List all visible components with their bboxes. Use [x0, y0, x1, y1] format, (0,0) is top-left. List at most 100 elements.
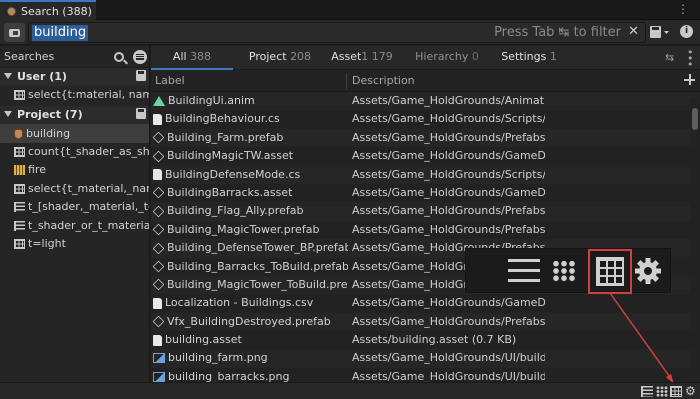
- more-options-icon[interactable]: • • •: [687, 47, 694, 70]
- save-icon: [650, 26, 669, 38]
- grid-view-button-icon[interactable]: [656, 386, 668, 397]
- clear-search-icon[interactable]: ✕: [628, 24, 639, 39]
- table-view-icon[interactable]: [596, 257, 624, 286]
- grid-icon: [14, 183, 25, 194]
- saved-query-label: building: [26, 126, 71, 140]
- table-row[interactable]: BuildingBehaviour.cs Assets/Game_HoldGrou…: [151, 110, 700, 129]
- saved-query-label: select{t:material, name, #m: [28, 88, 149, 102]
- prefab-cube-icon: [153, 131, 165, 144]
- saved-query-label: t_shader_or_t_material_or_: [28, 218, 149, 232]
- prefab-cube-icon: [153, 223, 165, 236]
- table-row[interactable]: Vfx_BuildingDestroyed.prefab Assets/Game_…: [151, 312, 700, 332]
- row-label-text: BuildingBarracks.asset: [167, 185, 293, 199]
- row-label-cell: BuildingMagicTW.asset: [153, 147, 348, 165]
- table-view-button-icon[interactable]: [670, 386, 682, 397]
- row-label-cell: BuildingDefenseMode.cs: [153, 166, 348, 184]
- table-row[interactable]: building_barracks.png Assets/Game_HoldGro…: [151, 367, 700, 382]
- save-search-dropdown[interactable]: [650, 25, 670, 40]
- save-query-icon[interactable]: [136, 108, 146, 120]
- row-description-cell: Assets/Game_HoldGrounds/Prefabs/Vfx/: [352, 314, 545, 328]
- saved-query-item[interactable]: select{t:material, name, #m: [0, 86, 149, 104]
- window-menu-icon[interactable]: ⋮: [677, 2, 690, 16]
- table-row[interactable]: Building_Flag_Ally.prefab Assets/Game_Hol…: [151, 202, 700, 221]
- grid-view-icon[interactable]: [552, 260, 576, 282]
- image-icon: [153, 353, 165, 364]
- info-icon[interactable]: i: [680, 25, 693, 38]
- prefab-cube-icon: [153, 205, 165, 218]
- search-window-tab[interactable]: Search (388): [0, 0, 96, 20]
- document-icon: [153, 297, 162, 309]
- search-input[interactable]: building Press Tab ↹ to filter ✕: [28, 22, 646, 43]
- search-query-text[interactable]: building: [32, 25, 89, 41]
- saved-query-item[interactable]: count{t_shader_as_shader: [0, 143, 149, 161]
- results-scrollbar[interactable]: [690, 98, 700, 382]
- row-label-text: building_barracks.png: [168, 369, 290, 382]
- row-label-text: Building_MagicTower.prefab: [167, 222, 320, 236]
- tab-hierarchy[interactable]: Hierarchy 0: [407, 46, 487, 70]
- row-description-cell: Assets/Game_HoldGrounds/GameData/E: [352, 185, 545, 199]
- scrollbar-thumb[interactable]: [692, 108, 698, 130]
- add-column-icon[interactable]: [684, 74, 695, 85]
- list-view-icon[interactable]: [508, 259, 542, 283]
- view-mode-zoom-callout: [465, 248, 671, 294]
- row-label-text: BuildingMagicTW.asset: [167, 149, 294, 163]
- saved-query-label: fire: [28, 163, 46, 177]
- settings-gear-icon[interactable]: ⚙: [685, 385, 697, 397]
- status-footer: ⚙: [0, 382, 700, 399]
- saved-query-label: count{t_shader_as_shader: [28, 144, 149, 158]
- row-label-text: BuildingUi.anim: [168, 94, 255, 107]
- row-description-cell: Assets/building.asset (0.7 KB): [352, 333, 517, 347]
- saved-query-item[interactable]: fire: [0, 161, 149, 179]
- sync-icon[interactable]: ⇆: [665, 52, 677, 63]
- save-query-icon[interactable]: [136, 70, 146, 81]
- table-row[interactable]: BuildingMagicTW.asset Assets/Game_HoldGro…: [151, 147, 700, 166]
- table-row[interactable]: Localization - Buildings.csv Assets/Game_…: [151, 294, 700, 313]
- table-view-highlight: [588, 249, 632, 294]
- results-panel: All 388 Project 208 Asset1 179 Hierarchy…: [151, 46, 700, 382]
- tab-settings[interactable]: Settings 1: [497, 46, 561, 70]
- group-project[interactable]: Project (7): [0, 106, 149, 125]
- tab-count: 0: [471, 50, 479, 63]
- row-label-cell: Building_Flag_Ally.prefab: [153, 202, 348, 220]
- search-toolbar: building Press Tab ↹ to filter ✕ i: [0, 20, 700, 45]
- grid-icon: [14, 146, 25, 157]
- search-window-tab-title: Search (388): [21, 4, 92, 18]
- column-separator[interactable]: [346, 73, 347, 89]
- row-label-cell: Building_MagicTower_ToBuild.prefab: [153, 276, 348, 294]
- tab-all[interactable]: All 388: [151, 46, 233, 70]
- saved-query-label: select{t_material,_name,_#: [28, 181, 149, 195]
- tab-count: 1: [549, 50, 557, 63]
- window-tab-strip: Search (388) ⋮: [0, 0, 700, 20]
- row-label-text: Building_Barracks_ToBuild.prefab: [167, 259, 348, 273]
- table-row[interactable]: Building_MagicTower.prefab Assets/Game_Ho…: [151, 220, 700, 240]
- table-row[interactable]: BuildingUi.anim Assets/Game_HoldGrounds/A…: [151, 92, 700, 111]
- search-icon[interactable]: [114, 52, 124, 62]
- column-header-description[interactable]: Description: [352, 70, 415, 92]
- saved-query-item-selected[interactable]: building: [0, 124, 149, 143]
- saved-query-item[interactable]: t=light: [0, 235, 149, 253]
- filter-icon[interactable]: [133, 50, 147, 64]
- toggle-sidebar-button[interactable]: [4, 23, 25, 42]
- prefab-cube-icon: [153, 315, 165, 328]
- prefab-cube-icon: [153, 150, 165, 163]
- row-description-cell: Assets/Game_HoldGrounds/Scripts/Builc: [352, 112, 545, 126]
- saved-query-item[interactable]: t_shader_or_t_material_or_: [0, 216, 149, 234]
- group-user[interactable]: User (1): [0, 68, 149, 86]
- saved-query-item[interactable]: select{t_material,_name,_#: [0, 180, 149, 198]
- table-row[interactable]: building_farm.png Assets/Game_HoldGrounds…: [151, 349, 700, 368]
- table-row[interactable]: Building_Farm.prefab Assets/Game_HoldGrou…: [151, 128, 700, 148]
- table-row[interactable]: building.asset Assets/building.asset (0.7…: [151, 331, 700, 350]
- row-label-text: Vfx_BuildingDestroyed.prefab: [167, 314, 331, 328]
- search-hint-text: Press Tab ↹ to filter: [494, 25, 621, 40]
- prefab-cube-icon: [153, 279, 165, 291]
- tab-asset[interactable]: Asset1 179: [327, 46, 397, 70]
- list-view-button-icon[interactable]: [641, 386, 653, 397]
- column-header-label[interactable]: Label: [155, 70, 185, 92]
- tab-project[interactable]: Project 208: [241, 46, 319, 70]
- table-row[interactable]: BuildingDefenseMode.cs Assets/Game_HoldGr…: [151, 165, 700, 184]
- table-row[interactable]: BuildingBarracks.asset Assets/Game_HoldGr…: [151, 183, 700, 203]
- tab-count: 1 179: [361, 50, 393, 63]
- row-description-cell: Assets/Game_HoldGrounds/GameData/E: [352, 149, 545, 163]
- saved-query-item[interactable]: t_[shader,_material,_textur: [0, 198, 149, 216]
- gear-icon[interactable]: [634, 257, 662, 285]
